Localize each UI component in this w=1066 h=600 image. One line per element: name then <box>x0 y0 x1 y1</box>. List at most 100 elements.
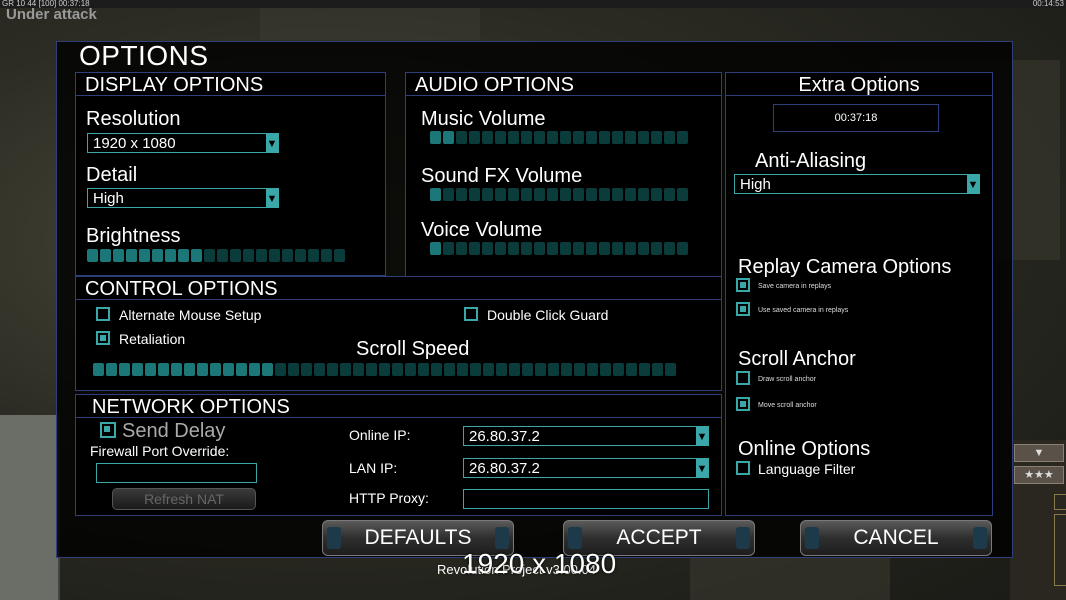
scroll-speed-slider[interactable] <box>93 362 676 376</box>
slider-segment[interactable] <box>275 362 286 376</box>
alternate-mouse-checkbox[interactable] <box>96 307 110 321</box>
slider-segment[interactable] <box>483 362 494 376</box>
slider-segment[interactable] <box>269 248 280 262</box>
slider-segment[interactable] <box>547 241 558 255</box>
slider-segment[interactable] <box>100 248 111 262</box>
slider-segment[interactable] <box>535 362 546 376</box>
brightness-slider[interactable] <box>87 248 345 262</box>
slider-segment[interactable] <box>430 187 441 201</box>
slider-segment[interactable] <box>443 187 454 201</box>
slider-segment[interactable] <box>639 362 650 376</box>
slider-segment[interactable] <box>599 130 610 144</box>
slider-segment[interactable] <box>230 248 241 262</box>
slider-segment[interactable] <box>443 130 454 144</box>
language-filter-checkbox[interactable] <box>736 461 750 475</box>
slider-segment[interactable] <box>119 362 130 376</box>
slider-segment[interactable] <box>664 130 675 144</box>
slider-segment[interactable] <box>587 362 598 376</box>
minimap[interactable] <box>0 415 60 600</box>
http-proxy-input[interactable] <box>463 489 709 509</box>
slider-segment[interactable] <box>677 241 688 255</box>
slider-segment[interactable] <box>625 187 636 201</box>
slider-segment[interactable] <box>366 362 377 376</box>
slider-segment[interactable] <box>469 241 480 255</box>
chevron-down-icon[interactable]: ▼ <box>967 175 979 193</box>
slider-segment[interactable] <box>295 248 306 262</box>
slider-segment[interactable] <box>456 241 467 255</box>
slider-segment[interactable] <box>288 362 299 376</box>
slider-segment[interactable] <box>236 362 247 376</box>
slider-segment[interactable] <box>204 248 215 262</box>
slider-segment[interactable] <box>184 362 195 376</box>
slider-segment[interactable] <box>508 187 519 201</box>
resolution-select[interactable]: 1920 x 1080 ▼ <box>87 133 279 153</box>
slider-segment[interactable] <box>508 130 519 144</box>
slider-segment[interactable] <box>677 187 688 201</box>
slider-segment[interactable] <box>521 130 532 144</box>
retaliation-checkbox[interactable] <box>96 331 110 345</box>
slider-segment[interactable] <box>126 248 137 262</box>
slider-segment[interactable] <box>626 362 637 376</box>
slider-segment[interactable] <box>664 241 675 255</box>
slider-segment[interactable] <box>573 130 584 144</box>
slider-segment[interactable] <box>482 241 493 255</box>
slider-segment[interactable] <box>612 130 623 144</box>
slider-segment[interactable] <box>444 362 455 376</box>
slider-segment[interactable] <box>327 362 338 376</box>
slider-segment[interactable] <box>573 241 584 255</box>
slider-segment[interactable] <box>256 248 267 262</box>
slider-segment[interactable] <box>243 248 254 262</box>
slider-segment[interactable] <box>197 362 208 376</box>
slider-segment[interactable] <box>560 187 571 201</box>
slider-segment[interactable] <box>262 362 273 376</box>
slider-segment[interactable] <box>482 187 493 201</box>
slider-segment[interactable] <box>171 362 182 376</box>
slider-segment[interactable] <box>87 248 98 262</box>
slider-segment[interactable] <box>548 362 559 376</box>
slider-segment[interactable] <box>301 362 312 376</box>
slider-segment[interactable] <box>612 241 623 255</box>
lan-ip-select[interactable]: 26.80.37.2 ▼ <box>463 458 709 478</box>
slider-segment[interactable] <box>430 241 441 255</box>
rank-stars-button[interactable]: ★★★ <box>1014 466 1064 484</box>
slider-segment[interactable] <box>139 248 150 262</box>
slider-segment[interactable] <box>469 187 480 201</box>
slider-segment[interactable] <box>249 362 260 376</box>
slider-segment[interactable] <box>560 130 571 144</box>
slider-segment[interactable] <box>495 241 506 255</box>
slider-segment[interactable] <box>321 248 332 262</box>
slider-segment[interactable] <box>665 362 676 376</box>
slider-segment[interactable] <box>625 130 636 144</box>
slider-segment[interactable] <box>314 362 325 376</box>
slider-segment[interactable] <box>456 130 467 144</box>
detail-select[interactable]: High ▼ <box>87 188 279 208</box>
double-click-guard-checkbox[interactable] <box>464 307 478 321</box>
chevron-down-icon[interactable]: ▼ <box>266 134 278 152</box>
chevron-down-icon[interactable]: ▼ <box>696 427 708 445</box>
slider-segment[interactable] <box>638 241 649 255</box>
slider-segment[interactable] <box>509 362 520 376</box>
slider-segment[interactable] <box>574 362 585 376</box>
slider-segment[interactable] <box>638 130 649 144</box>
slider-segment[interactable] <box>93 362 104 376</box>
slider-segment[interactable] <box>217 248 228 262</box>
slider-segment[interactable] <box>664 187 675 201</box>
slider-segment[interactable] <box>599 187 610 201</box>
chevron-down-icon[interactable]: ▼ <box>266 189 278 207</box>
online-ip-select[interactable]: 26.80.37.2 ▼ <box>463 426 709 446</box>
slider-segment[interactable] <box>508 241 519 255</box>
slider-segment[interactable] <box>334 248 345 262</box>
slider-segment[interactable] <box>496 362 507 376</box>
slider-segment[interactable] <box>534 241 545 255</box>
cancel-button[interactable]: CANCEL <box>800 520 992 556</box>
voice-volume-slider[interactable] <box>430 241 688 255</box>
slider-segment[interactable] <box>152 248 163 262</box>
slider-segment[interactable] <box>651 187 662 201</box>
slider-segment[interactable] <box>560 241 571 255</box>
send-delay-checkbox[interactable] <box>100 422 116 438</box>
slider-segment[interactable] <box>599 241 610 255</box>
slider-segment[interactable] <box>600 362 611 376</box>
slider-segment[interactable] <box>586 241 597 255</box>
sound-fx-volume-slider[interactable] <box>430 187 688 201</box>
slider-segment[interactable] <box>431 362 442 376</box>
